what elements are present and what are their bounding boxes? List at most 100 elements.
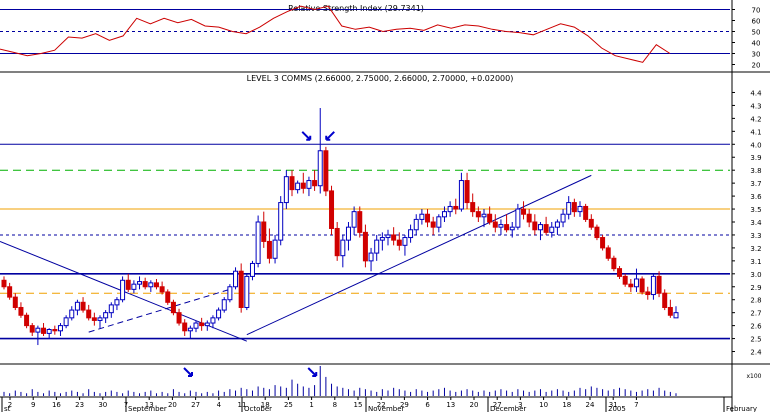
x-tick-label: 1: [309, 401, 313, 409]
candle-body: [413, 218, 419, 231]
month-label: November: [368, 405, 405, 412]
candle-body: [300, 182, 306, 189]
candle-body: [521, 208, 527, 215]
x-tick-label: 23: [75, 401, 84, 409]
x-tick-label: 8: [333, 401, 337, 409]
candle-body: [425, 213, 431, 223]
x-tick-label: 6: [425, 401, 430, 409]
chart-background: [0, 0, 770, 412]
candle-body: [340, 239, 346, 257]
month-label: st: [4, 405, 11, 412]
rsi-y-tick-label: 20: [752, 62, 761, 70]
price-y-tick-label: 4.2: [750, 115, 761, 123]
candle-body: [221, 299, 227, 311]
candle-body: [312, 180, 318, 187]
candle-body: [97, 317, 103, 321]
x-tick-label: 25: [284, 401, 293, 409]
candle-body: [351, 211, 357, 228]
candle-body: [554, 221, 560, 228]
candle-body: [176, 312, 182, 324]
candle-body: [86, 309, 92, 319]
x-tick-label: 27: [191, 401, 200, 409]
price-y-tick-label: 3.5: [750, 206, 761, 214]
candle-body: [204, 322, 210, 327]
candle-body: [306, 180, 312, 189]
candle-body: [368, 252, 374, 262]
candle-body: [131, 283, 137, 290]
candle-body: [35, 327, 41, 333]
candle-body: [244, 275, 250, 308]
price-y-tick-label: 3.2: [750, 245, 761, 253]
candle-body: [374, 239, 380, 254]
candle-body: [142, 281, 148, 288]
candle-body: [24, 314, 30, 327]
rsi-y-tick-label: 40: [752, 40, 761, 48]
candle-body: [447, 205, 453, 213]
price-y-tick-label: 3.7: [750, 180, 761, 188]
candle-body: [571, 202, 577, 213]
candle-body: [334, 227, 340, 257]
stock-chart: Relative Strength Index (29.7341) LEVEL …: [0, 0, 770, 413]
candle-body: [492, 221, 498, 228]
candle-body: [295, 182, 301, 191]
price-y-tick-label: 3.3: [750, 232, 761, 240]
candle-body: [509, 226, 515, 231]
candle-body: [532, 221, 538, 231]
candle-body: [255, 221, 261, 264]
candle-body: [402, 237, 408, 246]
candle-body: [560, 213, 566, 223]
price-y-tick-label: 3.1: [750, 258, 761, 266]
x-tick-label: 15: [354, 401, 363, 409]
candle-body: [656, 275, 662, 294]
candle-body: [498, 224, 504, 228]
candle-body: [453, 205, 459, 210]
x-tick-label: 20: [470, 401, 479, 409]
candle-body: [605, 247, 611, 259]
candle-body: [103, 312, 109, 319]
month-label: September: [128, 405, 167, 412]
candle-body: [662, 292, 668, 308]
candle-body: [600, 237, 606, 249]
price-y-tick-label: 3.6: [750, 193, 762, 201]
candle-body: [29, 325, 35, 333]
candle-body: [639, 278, 645, 293]
month-label: February: [726, 405, 757, 412]
candle-body: [249, 262, 255, 277]
candle-body: [182, 322, 188, 332]
price-y-tick-label: 4.0: [750, 141, 761, 149]
candle-body: [69, 309, 75, 319]
candle-body: [537, 224, 543, 231]
candle-body: [91, 317, 97, 321]
candle-body: [475, 211, 481, 218]
x-tick-label: 9: [31, 401, 35, 409]
candle-body: [385, 234, 391, 239]
candle-body: [63, 317, 69, 327]
month-label: October: [244, 405, 272, 412]
candle-body: [193, 322, 199, 329]
candle-body: [238, 270, 244, 308]
candle-body: [577, 205, 583, 213]
x-tick-label: 7: [634, 401, 638, 409]
x-tick-label: 30: [98, 401, 107, 409]
candle-body: [159, 286, 165, 293]
candle-body: [549, 226, 555, 233]
candle-body: [650, 275, 656, 296]
x-tick-label: 20: [168, 401, 177, 409]
candle-body: [114, 299, 120, 306]
candle-body: [526, 213, 532, 223]
candle-body: [611, 257, 617, 270]
candle-body: [148, 282, 154, 288]
candle-body: [80, 301, 86, 311]
candle-body: [329, 190, 335, 229]
candle-body: [633, 278, 639, 288]
candle-body: [667, 306, 673, 316]
price-y-tick-label: 3.9: [750, 154, 761, 162]
candle-body: [362, 231, 368, 262]
candle-body: [396, 239, 402, 246]
candle-body: [283, 176, 289, 204]
candle-body: [1, 279, 7, 288]
volume-unit-label: x100: [746, 373, 761, 380]
candle-body: [266, 240, 272, 259]
price-y-tick-label: 2.8: [750, 297, 761, 305]
candle-body: [46, 329, 52, 334]
